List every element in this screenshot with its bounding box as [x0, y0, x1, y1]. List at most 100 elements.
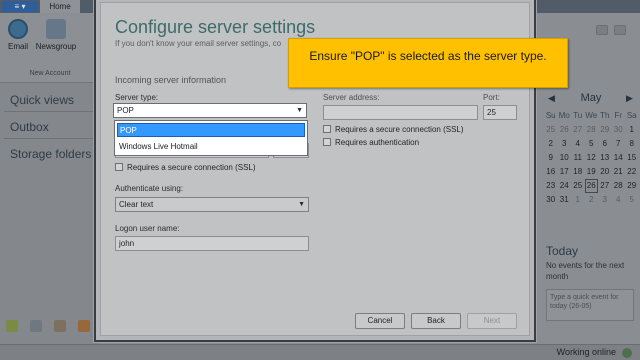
calendar-day[interactable]: 21: [612, 165, 626, 179]
calendar-week-row: 23 24 25 26 27 28 29: [544, 179, 640, 193]
incoming-section-heading: Incoming server information: [115, 75, 227, 85]
calendar-day[interactable]: 1: [625, 123, 639, 137]
calendar-day[interactable]: 26: [584, 179, 598, 193]
calendar-day[interactable]: 23: [544, 179, 558, 193]
calendar-day[interactable]: 28: [585, 123, 599, 137]
nav-divider: [4, 138, 96, 139]
feeds-module-icon[interactable]: [78, 320, 90, 332]
calendar-day[interactable]: 5: [585, 137, 599, 151]
port-label: Port:: [483, 93, 500, 102]
calendar-day[interactable]: 26: [558, 123, 572, 137]
ssl-checkbox-outgoing-label: Requires a secure connection (SSL): [335, 125, 464, 134]
ssl-checkbox-incoming[interactable]: Requires a secure connection (SSL): [115, 163, 256, 172]
calendar-day[interactable]: 4: [612, 193, 626, 207]
today-heading: Today: [546, 244, 579, 258]
ribbon-group-label: New Account: [29, 70, 71, 77]
calendar-day[interactable]: 19: [585, 165, 599, 179]
calendar-day[interactable]: 27: [571, 123, 585, 137]
calendar-weekday: Su: [545, 111, 556, 120]
calendar-day[interactable]: 18: [571, 165, 585, 179]
calendar-day[interactable]: 5: [625, 193, 639, 207]
tab-home[interactable]: Home: [40, 0, 80, 13]
calendar-weekday: We: [585, 111, 598, 120]
calendar-day[interactable]: 31: [558, 193, 572, 207]
calendar-day[interactable]: 6: [598, 137, 612, 151]
dialog-title: Configure server settings: [115, 17, 316, 37]
app-menu-button[interactable]: ≡ ▾: [2, 1, 38, 12]
dropdown-arrow-icon: ▼: [298, 201, 305, 208]
mail-module-icon[interactable]: [6, 320, 18, 332]
ssl-checkbox-incoming-label: Requires a secure connection (SSL): [127, 163, 256, 172]
quick-event-input[interactable]: Type a quick event for today (26-05): [546, 289, 634, 321]
calendar-weekday: Sa: [626, 111, 637, 120]
calendar-day[interactable]: 3: [598, 193, 612, 207]
calendar-day[interactable]: 27: [598, 179, 612, 193]
calendar-week-row: 25 26 27 28 29 30 1: [544, 123, 640, 137]
auth-method-value: Clear text: [119, 200, 154, 209]
new-email-button[interactable]: Email: [6, 19, 30, 51]
requires-auth-label: Requires authentication: [335, 138, 420, 147]
calendar-week-row: 2345678: [544, 137, 640, 151]
calendar-day[interactable]: 30: [544, 193, 558, 207]
calendar-day[interactable]: 25: [571, 179, 585, 193]
port-input[interactable]: 25: [483, 105, 517, 120]
server-type-value: POP: [117, 106, 134, 115]
calendar-day[interactable]: 2: [585, 193, 599, 207]
calendar-grid: Su Mo Tu We Th Fr Sa 25 26 27 28 29 30 1 2 3 4 5 6 7 8 9 10 11 1…: [544, 109, 640, 207]
calendar-day[interactable]: 20: [598, 165, 612, 179]
calendar-weekday: Th: [600, 111, 610, 120]
calendar-day[interactable]: 16: [544, 165, 558, 179]
requires-auth-checkbox[interactable]: Requires authentication: [323, 138, 419, 147]
calendar-next-arrow[interactable]: ▶: [626, 93, 633, 104]
server-type-option-hotmail[interactable]: Windows Live Hotmail: [117, 140, 305, 154]
calendar-day[interactable]: 17: [558, 165, 572, 179]
cancel-button[interactable]: Cancel: [355, 313, 405, 329]
nav-divider: [4, 111, 96, 112]
calendar-day[interactable]: 7: [612, 137, 626, 151]
server-type-option-pop[interactable]: POP: [117, 123, 305, 137]
checkbox-box: [115, 163, 123, 171]
ssl-checkbox-outgoing[interactable]: Requires a secure connection (SSL): [323, 125, 464, 134]
calendar-module-icon[interactable]: [30, 320, 42, 332]
pane-control-icon[interactable]: [596, 25, 608, 35]
calendar-day[interactable]: 4: [571, 137, 585, 151]
back-button[interactable]: Back: [411, 313, 461, 329]
server-address-input[interactable]: [323, 105, 478, 120]
server-type-select[interactable]: POP ▼: [113, 103, 307, 118]
calendar-day[interactable]: 29: [625, 179, 639, 193]
calendar-day[interactable]: 9: [544, 151, 558, 165]
calendar-day[interactable]: 2: [544, 137, 558, 151]
calendar-day[interactable]: 1: [571, 193, 585, 207]
status-text: Working online: [556, 347, 616, 357]
calendar-day[interactable]: 28: [612, 179, 626, 193]
calendar-week-row: 30 31 1 2 3 4 5: [544, 193, 640, 207]
nav-outbox[interactable]: Outbox: [10, 120, 49, 134]
calendar-day[interactable]: 14: [612, 151, 626, 165]
server-address-label: Server address:: [323, 93, 380, 102]
calendar-day[interactable]: 8: [625, 137, 639, 151]
pane-control-icon[interactable]: [614, 25, 626, 35]
calendar-day[interactable]: 15: [625, 151, 639, 165]
auth-method-select[interactable]: Clear text ▼: [115, 197, 309, 212]
nav-storage-folders[interactable]: Storage folders: [10, 147, 91, 161]
calendar-day[interactable]: 29: [598, 123, 612, 137]
contacts-module-icon[interactable]: [54, 320, 66, 332]
calendar-day[interactable]: 25: [544, 123, 558, 137]
calendar-day[interactable]: 3: [558, 137, 572, 151]
next-button[interactable]: Next: [467, 313, 517, 329]
instruction-callout: Ensure "POP" is selected as the server t…: [288, 38, 568, 88]
calendar-day[interactable]: 13: [598, 151, 612, 165]
calendar-day[interactable]: 22: [625, 165, 639, 179]
calendar-day[interactable]: 10: [558, 151, 572, 165]
checkbox-box: [323, 125, 331, 133]
dropdown-arrow-icon: ▼: [296, 107, 303, 114]
nav-quick-views[interactable]: Quick views: [10, 93, 74, 107]
calendar-day[interactable]: 11: [571, 151, 585, 165]
calendar-day[interactable]: 24: [558, 179, 572, 193]
calendar-weekday: Mo: [558, 111, 570, 120]
calendar-day[interactable]: 30: [612, 123, 626, 137]
logon-user-input[interactable]: john: [115, 236, 309, 251]
new-newsgroup-button[interactable]: Newsgroup: [32, 19, 80, 51]
email-icon: [8, 19, 28, 39]
calendar-day[interactable]: 12: [585, 151, 599, 165]
